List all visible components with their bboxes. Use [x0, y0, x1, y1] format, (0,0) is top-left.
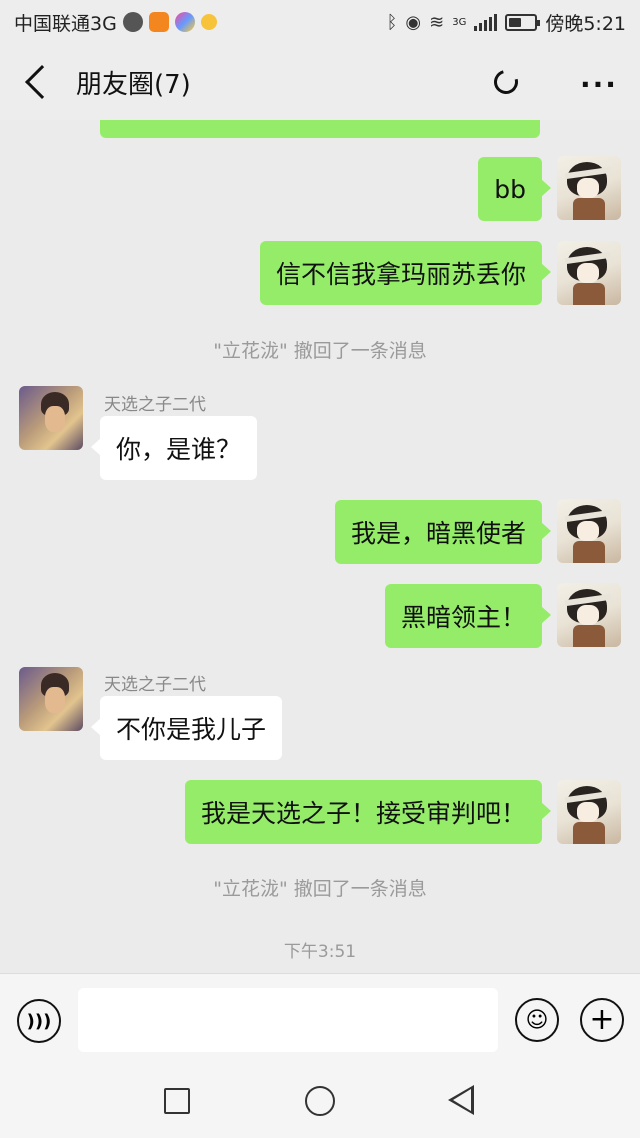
home-icon[interactable]: [305, 1086, 335, 1116]
title-bar: 朋友圈(7) ···: [0, 44, 640, 120]
wifi-icon: ≋: [429, 11, 445, 33]
signal-icon: [474, 13, 498, 31]
contact-message-bubble[interactable]: 你，是谁？: [90, 416, 258, 480]
weather-app-icon: [200, 14, 217, 30]
previous-message-bubble: [100, 120, 540, 138]
video-app-icon: [148, 12, 169, 32]
recent-apps-icon[interactable]: [164, 1088, 190, 1114]
recall-notice: "立花泷" 撤回了一条消息: [213, 340, 427, 362]
my-message-bubble[interactable]: 信不信我拿玛丽苏丢你: [259, 241, 552, 305]
contact-avatar[interactable]: [19, 386, 83, 450]
voice-icon[interactable]: ))): [17, 999, 61, 1043]
my-message-bubble[interactable]: bb: [478, 157, 551, 221]
message-timestamp: 下午3:51: [283, 942, 357, 962]
status-bar: 中国联通3G ᛒ ◉ ≋ 3G 傍晚5:21: [0, 0, 640, 44]
bluetooth-icon: ᛒ: [386, 11, 398, 33]
chat-title: 朋友圈(7): [76, 69, 191, 100]
my-avatar[interactable]: [557, 780, 621, 844]
my-avatar[interactable]: [557, 583, 621, 647]
clock: 傍晚5:21: [545, 12, 626, 35]
my-message-bubble[interactable]: 黑暗领主！: [384, 584, 552, 648]
carrier-label: 中国联通3G: [14, 12, 117, 35]
my-message-bubble[interactable]: 我是天选之子！接受审判吧！: [184, 780, 552, 844]
sender-name: 天选之子二代: [104, 395, 206, 415]
my-message-bubble[interactable]: 我是，暗黑使者: [334, 500, 552, 564]
my-avatar[interactable]: [557, 241, 621, 305]
eye-icon: ◉: [405, 11, 422, 33]
battery-icon: [505, 13, 541, 31]
contact-avatar[interactable]: [19, 667, 83, 731]
input-bar: ))) ☺ +: [0, 973, 640, 1065]
refresh-icon[interactable]: [489, 65, 523, 99]
my-avatar[interactable]: [557, 499, 621, 563]
battery-fill: [509, 17, 522, 27]
network-type-label: 3G: [452, 16, 467, 28]
music-app-icon: [122, 12, 143, 32]
photo-app-icon: [174, 12, 195, 32]
back-arrow-icon[interactable]: [25, 65, 59, 99]
plus-icon[interactable]: +: [580, 998, 624, 1042]
contact-message-bubble[interactable]: 不你是我儿子: [90, 696, 283, 760]
recall-notice: "立花泷" 撤回了一条消息: [213, 878, 427, 900]
back-triangle-icon[interactable]: [448, 1085, 474, 1115]
chat-area[interactable]: bb 信不信我拿玛丽苏丢你 "立花泷" 撤回了一条消息 天选之子二代 你，是谁？…: [0, 120, 640, 973]
navigation-bar: [0, 1065, 640, 1138]
emoji-icon[interactable]: ☺: [515, 998, 559, 1042]
message-input[interactable]: [78, 988, 498, 1052]
more-icon[interactable]: ···: [580, 68, 618, 101]
my-avatar[interactable]: [557, 156, 621, 220]
sender-name: 天选之子二代: [104, 675, 206, 695]
